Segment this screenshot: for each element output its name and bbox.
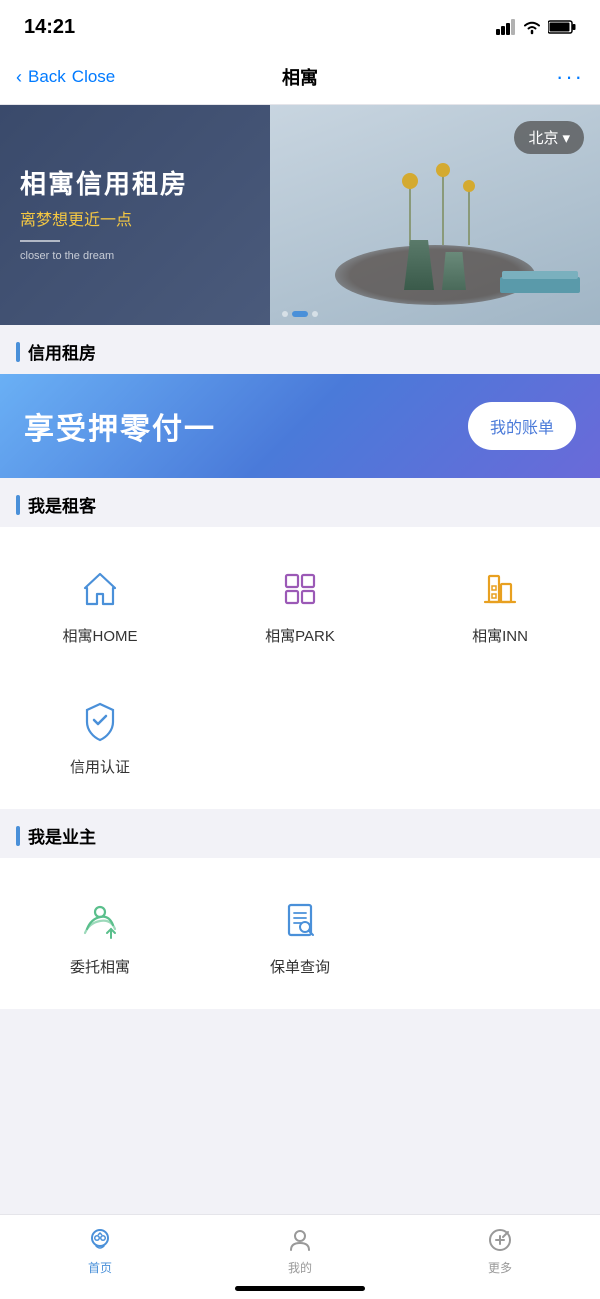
- tab-more-label: 更多: [488, 1259, 512, 1276]
- dot-1: [282, 311, 288, 317]
- nav-bar: ‹ Back Close 相寓 ···: [0, 50, 600, 105]
- entrust-label: 委托相寓: [70, 956, 130, 977]
- nav-back-close[interactable]: ‹ Back Close: [16, 67, 115, 88]
- vase-2: [442, 252, 466, 290]
- flower-ball-2: [436, 163, 450, 177]
- home-indicator: [235, 1286, 365, 1291]
- close-label[interactable]: Close: [72, 67, 115, 87]
- vase-group: [404, 240, 466, 290]
- more-button[interactable]: ···: [556, 64, 584, 90]
- back-label[interactable]: Back: [28, 67, 66, 87]
- tab-more-icon: [485, 1225, 515, 1255]
- tenant-section-header: 我是租客: [0, 478, 600, 527]
- landlord-icon-grid: 委托相寓 保单查询: [0, 858, 600, 1009]
- tab-more[interactable]: 更多: [400, 1225, 600, 1276]
- hero-divider: [20, 240, 60, 242]
- status-time: 14:21: [24, 16, 75, 39]
- city-arrow-icon: ▾: [562, 129, 570, 147]
- hero-subtitle-en: closer to the dream: [20, 250, 250, 262]
- policy-label: 保单查询: [270, 956, 330, 977]
- tenant-row-1: 相寓HOME 相寓PARK: [0, 537, 600, 668]
- credit-cert-item[interactable]: 信用认证: [0, 678, 200, 789]
- dot-3: [312, 311, 318, 317]
- flower-stem-3: [468, 190, 470, 245]
- inn-icon: [474, 563, 526, 615]
- hero-right: 北京 ▾: [270, 105, 600, 325]
- landlord-section-header: 我是业主: [0, 809, 600, 858]
- promo-banner: 享受押零付一 我的账单: [0, 374, 600, 478]
- signal-icon: [496, 19, 516, 35]
- hero-banner: 相寓信用租房 离梦想更近一点 closer to the dream: [0, 105, 600, 325]
- credit-rental-title: 信用租房: [28, 339, 96, 364]
- landlord-section-title: 我是业主: [28, 823, 96, 848]
- my-bill-button[interactable]: 我的账单: [468, 402, 576, 450]
- policy-item[interactable]: 保单查询: [200, 878, 400, 989]
- tab-profile[interactable]: 我的: [200, 1225, 400, 1276]
- status-bar: 14:21: [0, 0, 600, 50]
- entrust-item[interactable]: 委托相寓: [0, 878, 200, 989]
- tab-home-icon: [85, 1225, 115, 1255]
- tenant-section-title: 我是租客: [28, 492, 96, 517]
- credit-label: 信用认证: [70, 756, 130, 777]
- tab-profile-label: 我的: [288, 1259, 312, 1276]
- city-badge[interactable]: 北京 ▾: [514, 121, 584, 154]
- park-label: 相寓PARK: [265, 625, 335, 646]
- xiangyu-home-item[interactable]: 相寓HOME: [0, 547, 200, 658]
- tenant-row-2: 信用认证: [0, 668, 600, 799]
- tenant-section-indicator: [16, 495, 20, 515]
- hero-dots: [282, 311, 318, 317]
- page-content: 相寓信用租房 离梦想更近一点 closer to the dream: [0, 105, 600, 1094]
- flower-stem-1: [409, 185, 411, 245]
- city-label: 北京: [528, 127, 558, 148]
- inn-label: 相寓INN: [472, 625, 528, 646]
- section-indicator: [16, 342, 20, 362]
- tab-bar: 首页 我的 更多: [0, 1214, 600, 1299]
- tab-profile-icon: [285, 1225, 315, 1255]
- home-icon: [74, 563, 126, 615]
- tab-home-label: 首页: [88, 1259, 112, 1276]
- tenant-icon-grid: 相寓HOME 相寓PARK: [0, 527, 600, 809]
- status-icons: [496, 19, 576, 35]
- book-stack: [500, 277, 580, 293]
- park-icon: [274, 563, 326, 615]
- hero-subtitle: 离梦想更近一点: [20, 210, 250, 232]
- battery-icon: [548, 19, 576, 35]
- policy-icon: [274, 894, 326, 946]
- home-label: 相寓HOME: [62, 625, 137, 646]
- promo-text: 享受押零付一: [24, 404, 216, 448]
- credit-rental-header: 信用租房: [0, 325, 600, 374]
- hero-title: 相寓信用租房: [20, 168, 250, 202]
- flower-ball-3: [463, 180, 475, 192]
- flower-ball-1: [402, 173, 418, 189]
- vase-1: [404, 240, 434, 290]
- xiangyu-inn-item[interactable]: 相寓INN: [400, 547, 600, 658]
- entrust-icon: [74, 894, 126, 946]
- landlord-indicator: [16, 826, 20, 846]
- wifi-icon: [522, 19, 542, 35]
- credit-icon: [74, 694, 126, 746]
- chevron-left-icon: ‹: [16, 67, 22, 88]
- landlord-row: 委托相寓 保单查询: [0, 868, 600, 999]
- nav-title: 相寓: [282, 64, 318, 90]
- tab-home[interactable]: 首页: [0, 1225, 200, 1276]
- dot-2-active: [292, 311, 308, 317]
- hero-left: 相寓信用租房 离梦想更近一点 closer to the dream: [0, 105, 270, 325]
- xiangyu-park-item[interactable]: 相寓PARK: [200, 547, 400, 658]
- flower-stem-2: [442, 175, 444, 245]
